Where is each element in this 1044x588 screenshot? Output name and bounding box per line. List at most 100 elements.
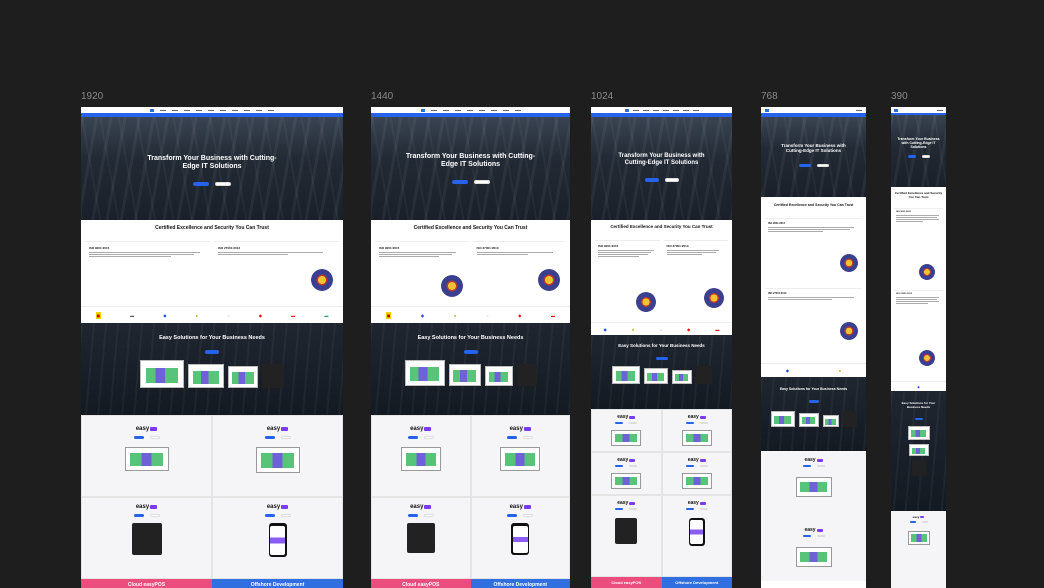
certs-section: Certified Excellence and Security You Ca…: [81, 220, 343, 306]
client-logo: ●: [195, 312, 199, 318]
product-grid: easy easy easy easy: [371, 415, 570, 579]
hero-section: Transform Your Business with Cutting-Edg…: [81, 117, 343, 220]
easy-cta-button[interactable]: [205, 350, 219, 354]
iso9001-card: ISO 9001:2015: [595, 239, 660, 318]
product-card: easy: [212, 415, 343, 497]
offshore-band[interactable]: Offshore Development: [212, 579, 343, 588]
hero-secondary-button[interactable]: [215, 182, 231, 187]
easy-cta-button[interactable]: [808, 400, 819, 403]
easy-cta-button[interactable]: [914, 418, 923, 420]
easy-solutions-section: Easy Solutions for Your Business Needs: [81, 323, 343, 415]
frame-label-1920: 1920: [81, 91, 104, 102]
hero-title: Transform Your Business with Cutting-Edg…: [147, 155, 277, 171]
device-screen: [907, 426, 930, 440]
frame-1920[interactable]: Transform Your Business with Cutting-Edg…: [81, 107, 343, 588]
iso9001-card: ISO 9001:2015: [375, 241, 469, 304]
hero-primary-button[interactable]: [644, 177, 659, 182]
laptop-image: [681, 430, 712, 446]
iso9001-card: ISO 9001:2015: [85, 241, 210, 304]
hero-section: Transform Your Business with Cutting-Edg…: [371, 117, 570, 220]
hero-secondary-button[interactable]: [664, 177, 679, 182]
hero-section: Transform Your Business with Cutting-Edg…: [761, 117, 866, 197]
hero-primary-button[interactable]: [451, 180, 468, 185]
product-grid: easy easy easy easy: [81, 415, 343, 579]
client-logos: ◆: [891, 381, 946, 391]
hero-primary-button[interactable]: [193, 182, 209, 187]
phone-image: [511, 523, 530, 556]
device-screen: [798, 413, 819, 427]
iso9001-title: ISO 9001:2015: [598, 243, 619, 248]
certs-section: Certified Excellence and Security You Ca…: [371, 220, 570, 306]
easy-solutions-section: Easy Solutions for Your Business Needs: [371, 323, 570, 415]
product-card: easy: [891, 511, 946, 588]
device-screen: [770, 411, 795, 427]
frame-1024[interactable]: Transform Your Business with Cutting-Edg…: [591, 107, 732, 588]
client-logo: ○: [227, 312, 230, 318]
laptop-image: [255, 447, 300, 474]
iso9001-card: ISO 9001:2015: [894, 207, 943, 284]
iso-badge-icon: [919, 349, 935, 366]
phone-image: [688, 518, 705, 546]
product-card: easy: [591, 409, 662, 452]
product-card: easy: [470, 415, 570, 497]
cloud-easypos-band[interactable]: Cloud easyPOS: [81, 579, 212, 588]
easy-subtitle: [81, 343, 343, 345]
iso-badge-icon: [311, 269, 333, 292]
client-logos: ◆ ● ○ ◆ ▬: [591, 322, 732, 335]
product-card: easy: [761, 451, 866, 521]
offshore-band[interactable]: Offshore Development: [661, 577, 732, 588]
client-logo: ▬: [324, 312, 329, 318]
product-grid: easy easy easy easy easy easy: [591, 409, 732, 577]
laptop-image: [611, 430, 642, 446]
frame-768[interactable]: Transform Your Business with Cutting-Edg…: [761, 107, 866, 588]
hero-primary-button[interactable]: [798, 164, 811, 168]
product-card: easy: [81, 497, 212, 579]
hero-section: Transform Your Business with Cutting-Edg…: [891, 115, 946, 187]
product-card: easy: [371, 497, 471, 579]
easy-cta-button[interactable]: [463, 350, 478, 354]
device-screen: [908, 444, 929, 456]
iso27001-title: ISO 27001:2013: [896, 292, 913, 295]
certs-section: Certified Excellence and Security You Ca…: [591, 220, 732, 322]
hero-secondary-button[interactable]: [921, 154, 930, 158]
easy-solutions-section: Easy Solutions for Your Business Needs: [591, 335, 732, 409]
pos-terminal: [406, 523, 435, 554]
frame-1440[interactable]: Transform Your Business with Cutting-Edg…: [371, 107, 570, 588]
iso27001-card: ISO 27001:2013: [663, 239, 728, 318]
certs-subtitle: [81, 231, 343, 233]
client-logo: ◼: [95, 311, 101, 319]
iso9001-title: ISO 9001:2015: [89, 246, 110, 251]
iso27001-title: ISO 27001:2013: [666, 243, 689, 248]
hero-primary-button[interactable]: [907, 154, 916, 158]
cloud-easypos-band[interactable]: Cloud easyPOS: [371, 579, 471, 588]
certs-title: Certified Excellence and Security You Ca…: [894, 191, 943, 199]
hero-secondary-button[interactable]: [473, 180, 490, 185]
cloud-easypos-band[interactable]: Cloud easyPOS: [591, 577, 662, 588]
iso27001-title: ISO 27001:2013: [218, 246, 241, 251]
iso-badge-icon: [840, 321, 858, 340]
easy-cta-button[interactable]: [655, 357, 668, 360]
offshore-band[interactable]: Offshore Development: [470, 579, 570, 588]
phone-image: [268, 523, 287, 558]
device-screen: [188, 364, 224, 388]
iso-badge-icon: [840, 253, 858, 272]
design-canvas: 1920 1440 1024 768 390 Transform Your Bu…: [0, 0, 1044, 588]
device-screen: [611, 366, 640, 384]
client-logo: ▬: [291, 312, 296, 318]
product-card: easy: [591, 495, 662, 577]
certs-section: Certified Excellence and Security You Ca…: [761, 197, 866, 363]
iso-badge-icon: [704, 287, 724, 308]
frame-label-1024: 1024: [591, 91, 614, 102]
hero-secondary-button[interactable]: [816, 164, 829, 168]
iso-badge-icon: [635, 291, 656, 312]
frame-390[interactable]: Transform Your Business with Cutting-Edg…: [891, 107, 946, 588]
product-card: easy: [81, 415, 212, 497]
laptop-image: [400, 447, 441, 472]
laptop-image: [500, 447, 541, 472]
laptop-image: [907, 531, 930, 545]
device-screen: [484, 366, 513, 386]
pos-terminal: [516, 364, 537, 386]
certs-section: Certified Excellence and Security You Ca…: [891, 187, 946, 381]
iso9001-card: ISO 9001:2015: [765, 217, 862, 280]
hero-title: Transform Your Business with Cutting-Edg…: [897, 137, 940, 150]
